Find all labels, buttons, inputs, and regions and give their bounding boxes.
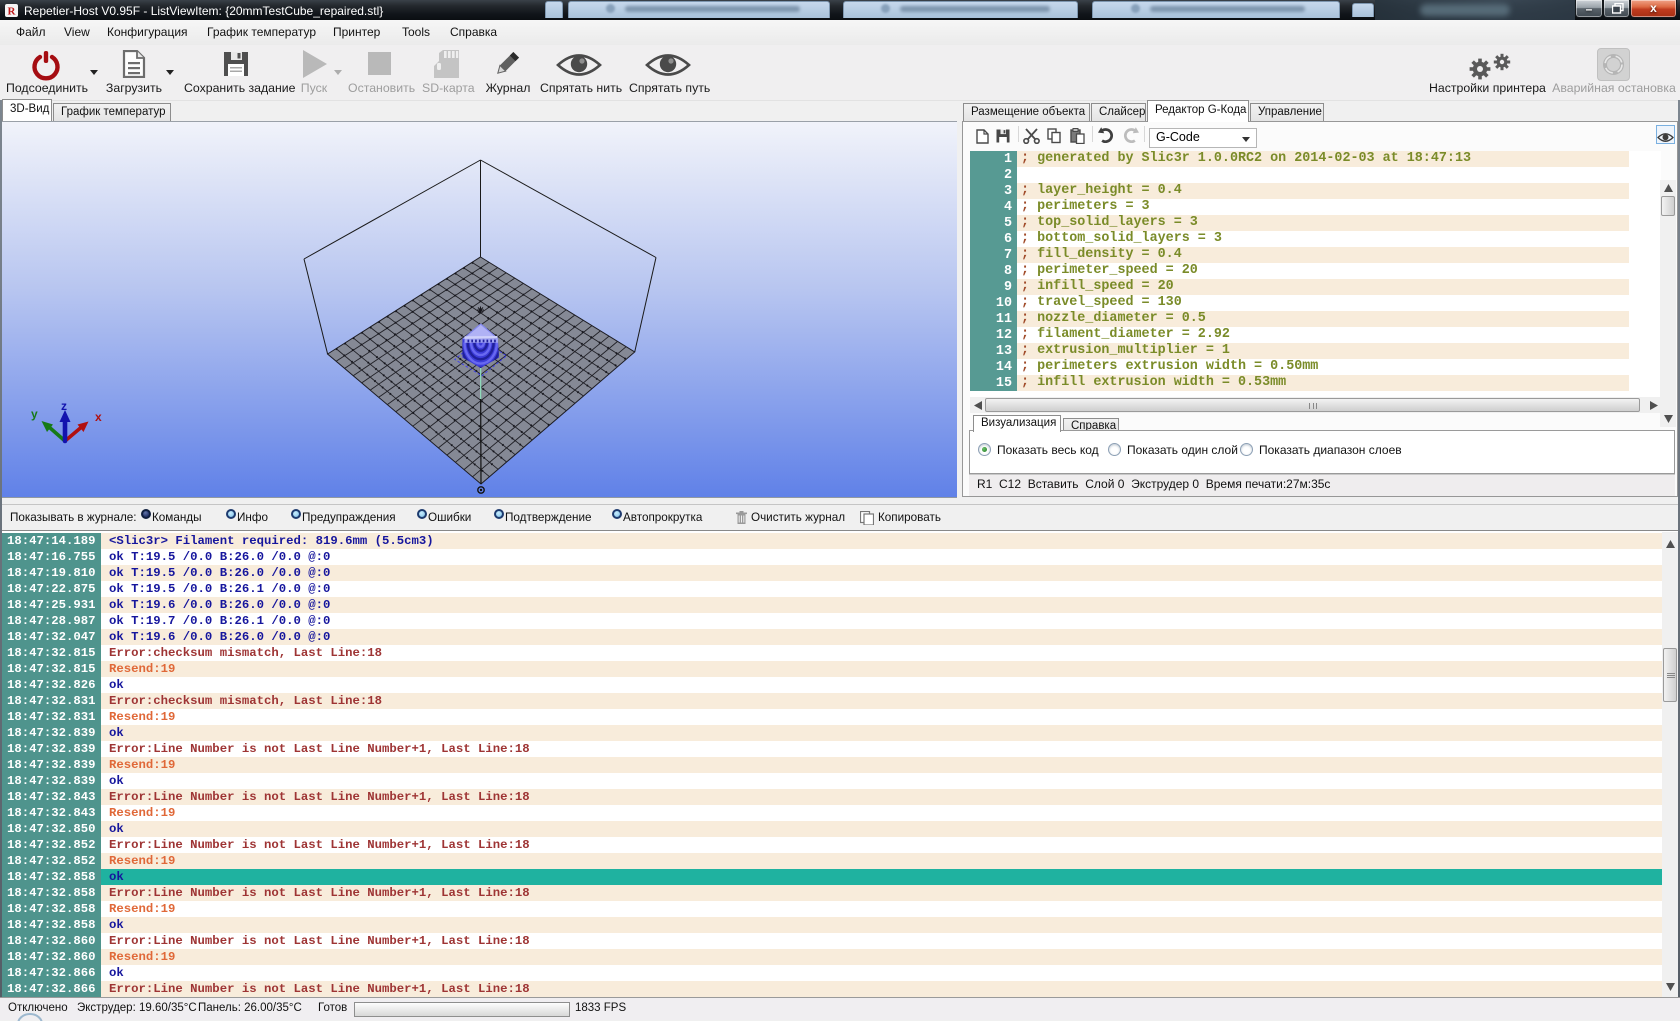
svg-text:z: z (61, 399, 67, 413)
svg-text:y: y (31, 407, 38, 421)
svg-text:x: x (95, 410, 102, 424)
svg-text:R: R (8, 6, 17, 18)
